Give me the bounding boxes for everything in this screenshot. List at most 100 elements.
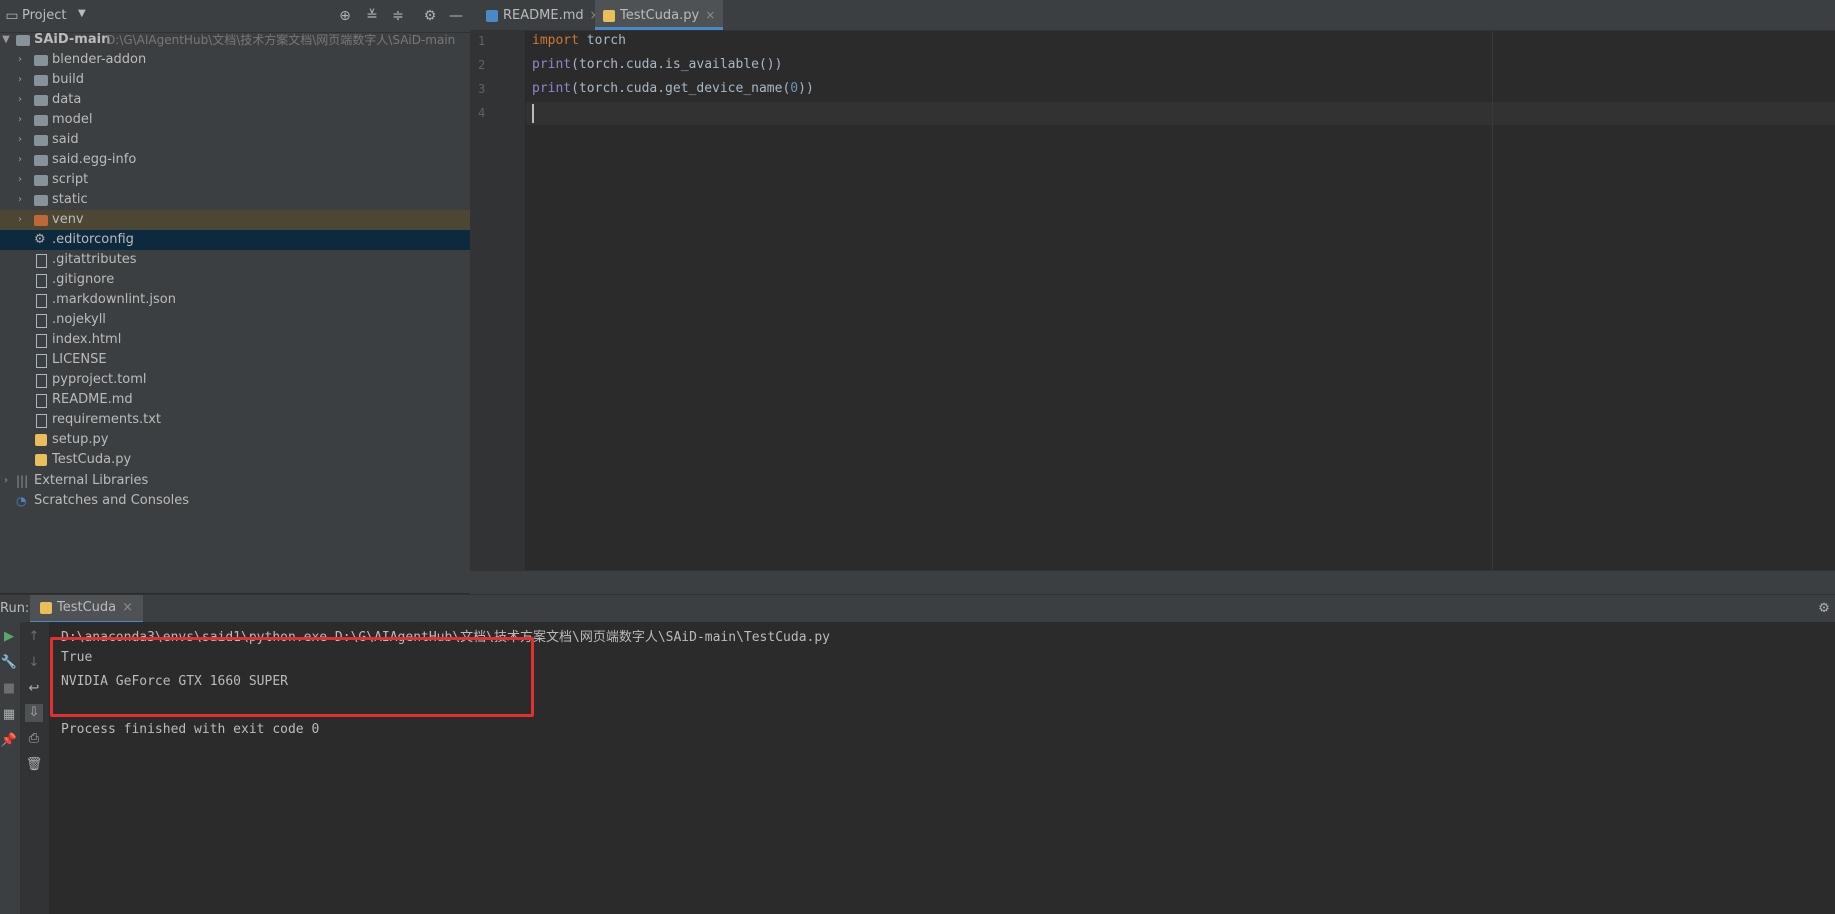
- tree-item-license[interactable]: LICENSE: [0, 350, 470, 370]
- root-name: SAiD-main: [34, 32, 111, 47]
- chevron-right-icon[interactable]: ›: [14, 50, 26, 70]
- tree-item-setup-py[interactable]: setup.py: [0, 430, 470, 450]
- tree-root[interactable]: ▼ SAiD-main D:\G\AIAgentHub\文档\技术方案文档\网页…: [0, 30, 470, 50]
- tree-item-pyproject-toml[interactable]: pyproject.toml: [0, 370, 470, 390]
- chevron-right-icon[interactable]: ›: [14, 150, 26, 170]
- run-tab-label: TestCuda: [57, 600, 117, 615]
- stop-icon[interactable]: ■: [0, 680, 18, 698]
- code-lines[interactable]: import torch print(torch.cuda.is_availab…: [526, 31, 1826, 571]
- tree-item-label: LICENSE: [52, 352, 107, 367]
- tab-readme[interactable]: README.md×: [480, 0, 606, 30]
- folder-icon: [34, 175, 48, 186]
- chevron-right-icon[interactable]: ›: [14, 90, 26, 110]
- chevron-down-icon[interactable]: ▼: [0, 30, 12, 50]
- tree-item-label: said: [52, 132, 79, 147]
- file-icon: [36, 394, 47, 408]
- tree-item-testcuda-py[interactable]: TestCuda.py: [0, 450, 470, 470]
- run-toolbar-primary: ▶ 🔧 ■ ▦ 📌: [0, 622, 21, 914]
- close-icon[interactable]: ×: [122, 600, 133, 615]
- code-line-1: import torch: [532, 33, 626, 48]
- tree-item-blender-addon[interactable]: › blender-addon: [0, 50, 470, 70]
- tree-item-label: TestCuda.py: [52, 452, 132, 467]
- tree-item-markdownlint-json[interactable]: .markdownlint.json: [0, 290, 470, 310]
- chevron-right-icon[interactable]: ›: [14, 110, 26, 130]
- arrow-up-icon[interactable]: ↑: [25, 628, 43, 646]
- expand-all-icon[interactable]: ≚: [362, 6, 382, 26]
- file-icon: [36, 414, 47, 428]
- tree-item-said[interactable]: › said: [0, 130, 470, 150]
- line-number: 2: [478, 58, 486, 72]
- run-tab-testcuda[interactable]: TestCuda ×: [30, 595, 144, 623]
- tree-item-nojekyll[interactable]: .nojekyll: [0, 310, 470, 330]
- chevron-right-icon[interactable]: ›: [0, 471, 12, 491]
- pin-icon[interactable]: 📌: [0, 732, 18, 750]
- tab-label: TestCuda.py: [620, 8, 700, 23]
- folder-icon: [34, 95, 48, 106]
- python-file-icon: [603, 9, 615, 22]
- rerun-icon[interactable]: ▶: [0, 628, 18, 646]
- tree-item-label: .gitignore: [52, 272, 115, 287]
- python-file-icon: [35, 454, 47, 466]
- code-line-2: print(torch.cuda.is_available()): [532, 57, 782, 72]
- red-highlight-annotation: [50, 637, 534, 717]
- soft-wrap-icon[interactable]: ↩: [25, 680, 43, 698]
- tree-item-label: index.html: [52, 332, 122, 347]
- chevron-right-icon[interactable]: ›: [14, 130, 26, 150]
- chevron-right-icon[interactable]: ›: [14, 170, 26, 190]
- chevron-down-icon[interactable]: ▼: [78, 8, 86, 19]
- wrench-icon[interactable]: 🔧: [0, 654, 18, 672]
- file-icon: [36, 374, 47, 388]
- chevron-right-icon[interactable]: ›: [14, 70, 26, 90]
- tree-item-script[interactable]: › script: [0, 170, 470, 190]
- tree-item-venv[interactable]: › venv: [0, 210, 470, 230]
- tree-item-model[interactable]: › model: [0, 110, 470, 130]
- chevron-right-icon[interactable]: ›: [14, 210, 26, 230]
- tree-item-requirements-txt[interactable]: requirements.txt: [0, 410, 470, 430]
- tree-item-external-libraries[interactable]: › ||| External Libraries: [0, 471, 470, 491]
- console-line-exit: Process finished with exit code 0: [61, 722, 320, 737]
- builtin-function: print: [532, 57, 572, 72]
- chevron-right-icon[interactable]: ›: [14, 190, 26, 210]
- project-title[interactable]: Project: [22, 8, 66, 23]
- tree-item-build[interactable]: › build: [0, 70, 470, 90]
- project-view-icon: ▭: [5, 8, 19, 24]
- tree-item-editorconfig[interactable]: ⚙ .editorconfig: [0, 230, 470, 250]
- scroll-to-end-icon[interactable]: ⇩: [25, 704, 43, 722]
- file-icon: [36, 334, 47, 348]
- arrow-down-icon[interactable]: ↓: [25, 654, 43, 672]
- tree-item-gitignore[interactable]: .gitignore: [0, 270, 470, 290]
- tree-item-label: Scratches and Consoles: [34, 493, 190, 508]
- project-panel-header: ▭ Project ▼ ⊕ ≚ ≑ ⚙ —: [0, 0, 470, 33]
- code-line-3: print(torch.cuda.get_device_name(0)): [532, 81, 814, 96]
- tree-item-label: model: [52, 112, 93, 127]
- tree-item-said-egg-info[interactable]: › said.egg-info: [0, 150, 470, 170]
- line-number: 4: [478, 106, 486, 120]
- folder-icon: [34, 155, 48, 166]
- layout-icon[interactable]: ▦: [0, 706, 18, 724]
- gear-icon[interactable]: ⚙: [1815, 600, 1833, 618]
- locate-icon[interactable]: ⊕: [335, 6, 355, 26]
- tree-item-scratches[interactable]: ◔ Scratches and Consoles: [0, 491, 470, 511]
- markdown-file-icon: [486, 9, 498, 22]
- tree-item-label: .nojekyll: [52, 312, 106, 327]
- tree-item-index-html[interactable]: index.html: [0, 330, 470, 350]
- tree-item-static[interactable]: › static: [0, 190, 470, 210]
- tree-item-label: pyproject.toml: [52, 372, 147, 387]
- tab-testcuda[interactable]: TestCuda.py ×: [595, 0, 724, 30]
- collapse-all-icon[interactable]: ≑: [388, 6, 408, 26]
- tree-item-label: setup.py: [52, 432, 109, 447]
- print-icon[interactable]: ⎙: [25, 730, 43, 748]
- tree-item-label: build: [52, 72, 84, 87]
- tree-item-readme-md[interactable]: README.md: [0, 390, 470, 410]
- tree-item-data[interactable]: › data: [0, 90, 470, 110]
- close-icon[interactable]: ×: [705, 8, 715, 22]
- gear-icon[interactable]: ⚙: [420, 6, 440, 26]
- tree-item-label: .editorconfig: [52, 232, 134, 247]
- builtin-function: print: [532, 81, 572, 96]
- trash-icon[interactable]: 🗑: [25, 756, 43, 774]
- tree-item-label: static: [52, 192, 88, 207]
- minimize-icon[interactable]: —: [446, 6, 466, 26]
- code-text: (torch.cuda.get_device_name(: [571, 81, 791, 96]
- file-icon: [36, 354, 47, 368]
- tree-item-gitattributes[interactable]: .gitattributes: [0, 250, 470, 270]
